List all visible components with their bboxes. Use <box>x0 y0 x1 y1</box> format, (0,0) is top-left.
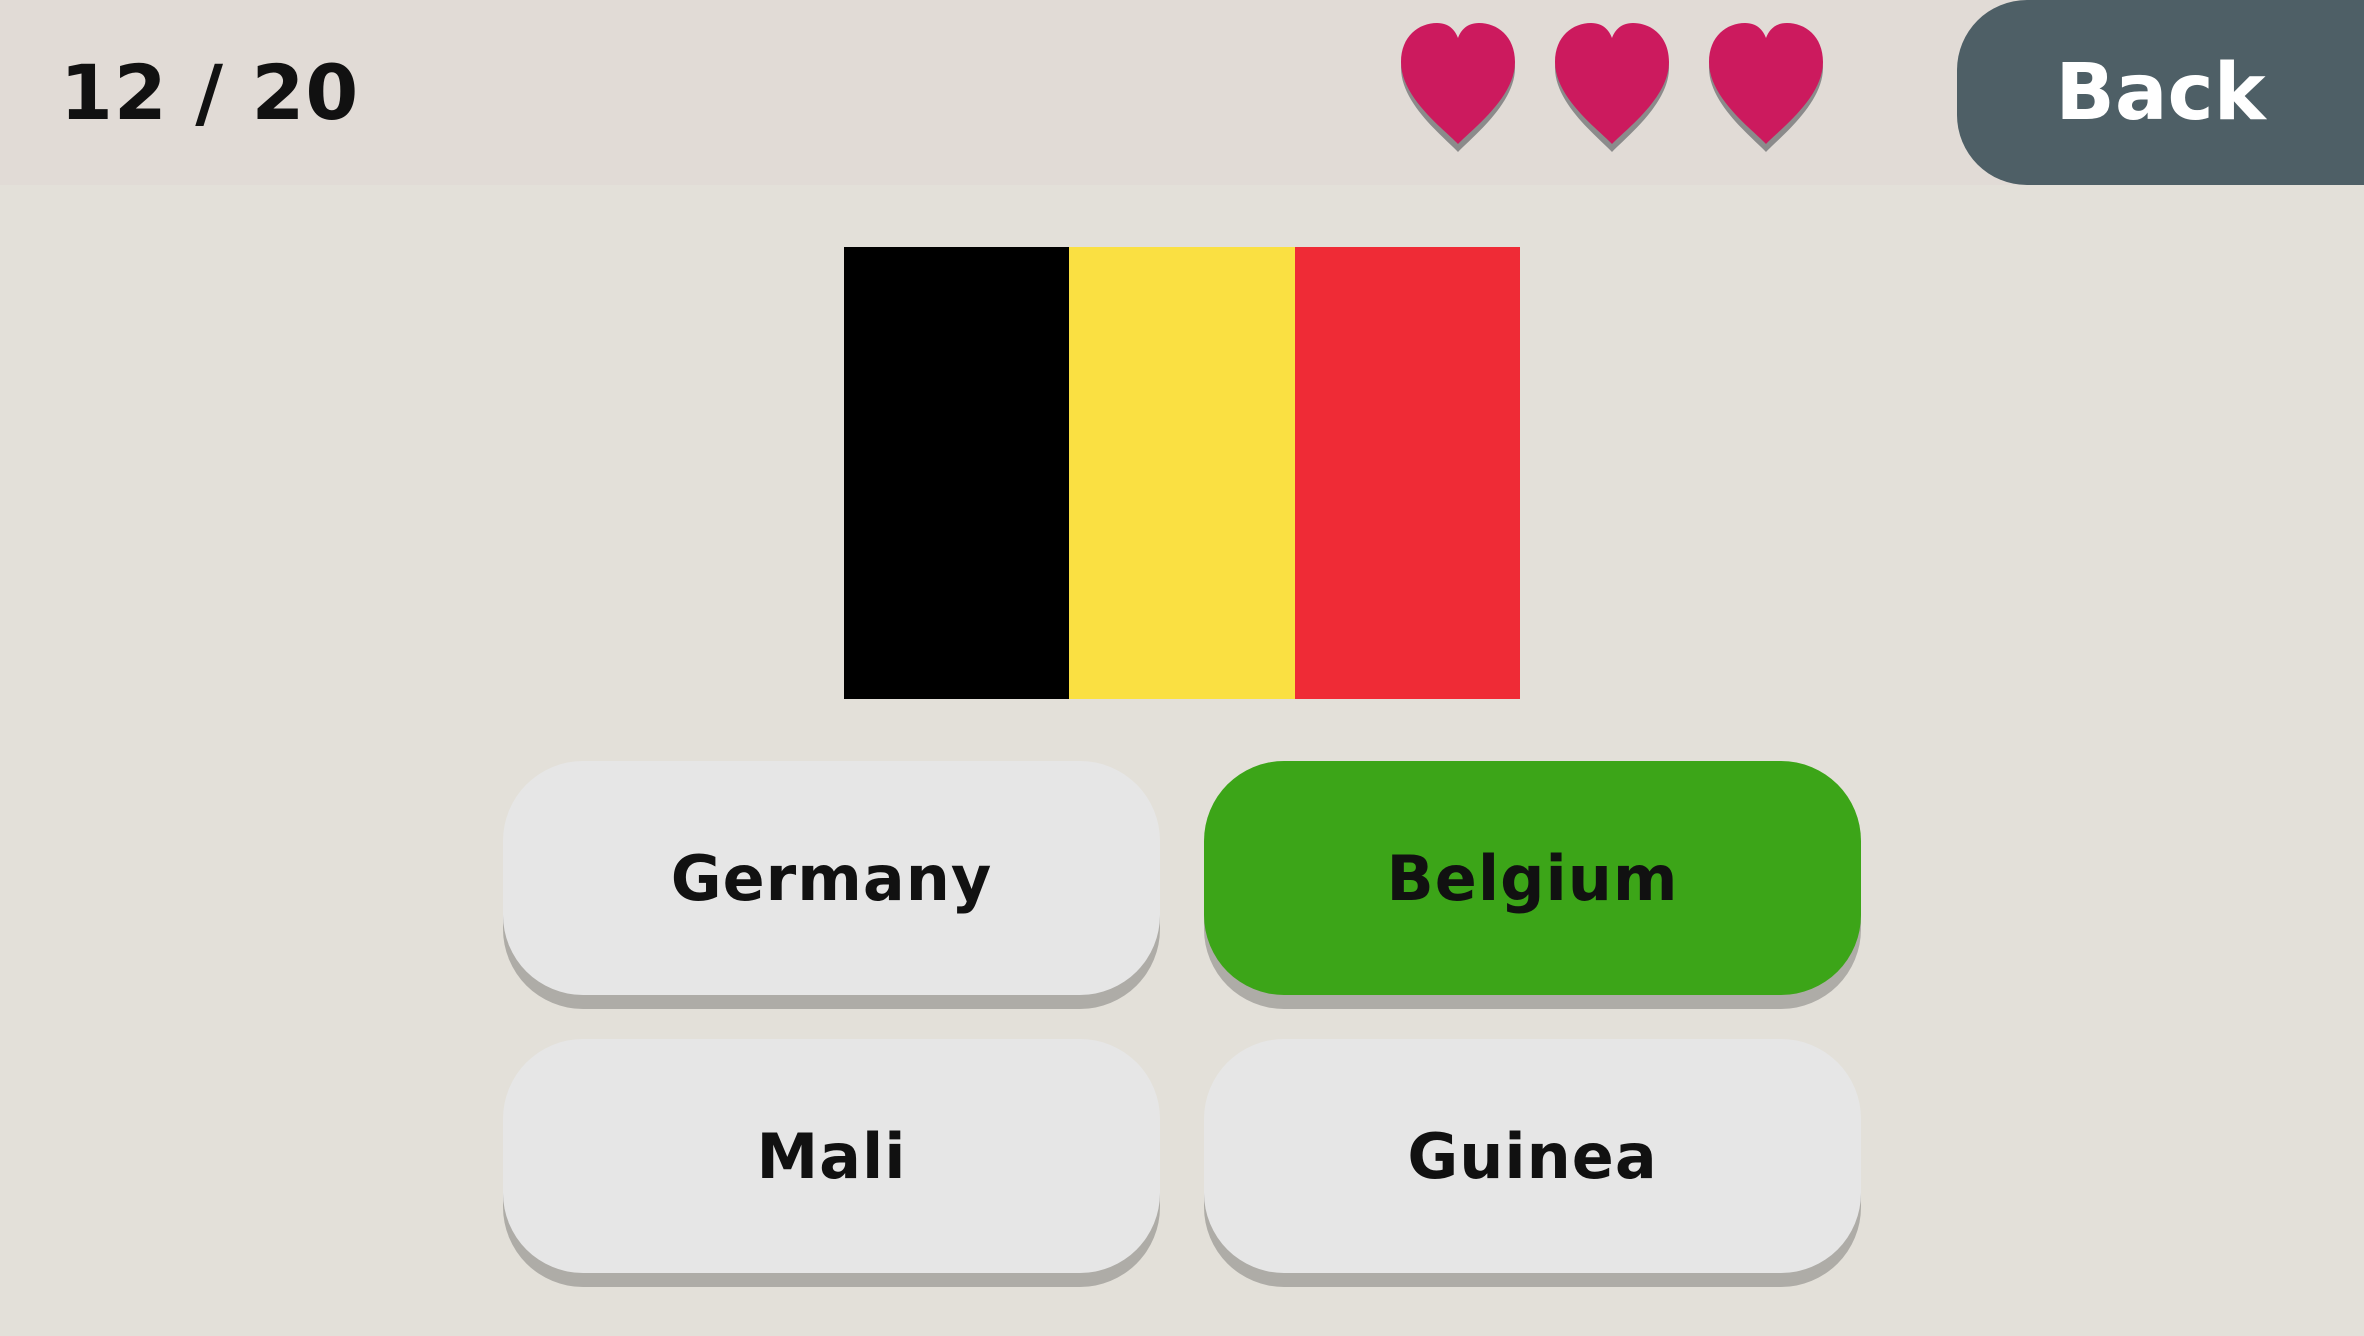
answer-button-guinea[interactable]: Guinea <box>1204 1039 1861 1273</box>
flag-image <box>844 247 1520 699</box>
heart-icon <box>1401 23 1515 152</box>
flag-stripe-yellow <box>1069 247 1295 699</box>
answer-button-mali[interactable]: Mali <box>503 1039 1160 1273</box>
heart-icon <box>1555 23 1669 152</box>
lives-indicator <box>1395 22 1829 162</box>
flag-stripe-red <box>1294 247 1520 699</box>
answer-button-germany[interactable]: Germany <box>503 761 1160 995</box>
top-bar: 12 / 20 Back <box>0 0 2364 185</box>
back-button[interactable]: Back <box>1957 0 2364 185</box>
answer-button-belgium[interactable]: Belgium <box>1204 761 1861 995</box>
question-progress: 12 / 20 <box>60 48 360 137</box>
flag-stripe-black <box>844 247 1070 699</box>
heart-icon <box>1709 23 1823 152</box>
